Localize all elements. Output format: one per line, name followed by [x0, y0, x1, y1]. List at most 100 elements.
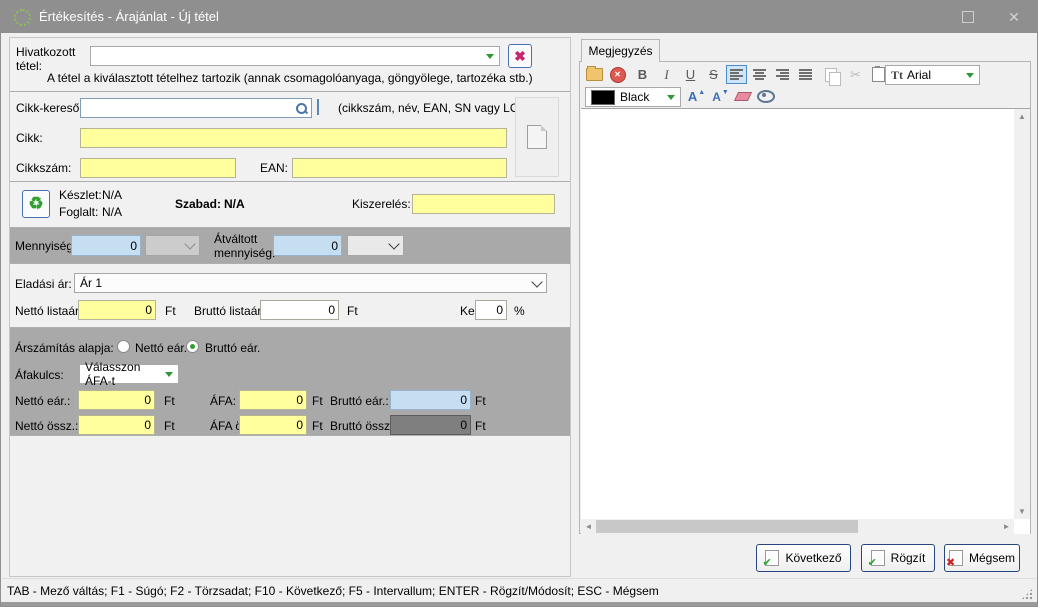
chevron-down-icon [165, 372, 173, 377]
cikkszam-input[interactable] [80, 158, 236, 178]
bold-button[interactable]: B [632, 65, 653, 84]
font-icon: Tt [891, 68, 903, 83]
afa-label: ÁFA: [210, 394, 236, 408]
item-browse-button[interactable] [317, 100, 319, 114]
align-right-button[interactable] [772, 65, 793, 84]
netto-listaar-input[interactable] [78, 300, 156, 320]
copy-button[interactable] [820, 65, 841, 84]
eladasi-ar-select[interactable]: Ár 1 [74, 273, 547, 293]
list-price-section: Eladási ár: Ár 1 Nettó listaár: Ft Brutt… [10, 264, 570, 328]
kiszereles-label: Kiszerelés: [352, 197, 411, 211]
tab-megjegyzes[interactable]: Megjegyzés [581, 39, 660, 62]
search-icon[interactable] [295, 102, 308, 115]
item-search-input[interactable] [81, 100, 295, 116]
status-bar: TAB - Mező váltás; F1 - Súgó; F2 - Törzs… [2, 578, 1036, 603]
atvaltott-unit-select[interactable] [347, 235, 404, 256]
scroll-right-arrow[interactable]: ► [999, 519, 1014, 534]
resize-grip[interactable] [1021, 588, 1033, 600]
netto-ear-input[interactable] [78, 390, 155, 410]
preview-button[interactable] [755, 87, 776, 106]
align-center-button[interactable] [749, 65, 770, 84]
save-button-label: Rögzít [891, 551, 926, 565]
afa-input[interactable] [239, 390, 307, 410]
referenced-item-combo[interactable] [90, 46, 500, 66]
brutto-ear-radio[interactable] [186, 340, 199, 353]
kiszereles-input[interactable] [412, 194, 555, 214]
italic-button[interactable]: I [656, 65, 677, 84]
eladasi-ar-label: Eladási ár: [15, 277, 72, 291]
stock-section: ♻ Készlet: N/A Foglalt: N/A Szabad: N/A … [10, 182, 570, 228]
eladasi-ar-value: Ár 1 [80, 276, 102, 290]
align-right-icon [776, 69, 789, 80]
brutto-ossz-label: Bruttó össz.: [330, 419, 397, 433]
arszamitas-label: Árszámítás alapja: [15, 341, 114, 355]
justify-button[interactable] [795, 65, 816, 84]
underline-button[interactable]: U [680, 65, 701, 84]
ean-label: EAN: [260, 161, 288, 175]
next-button[interactable]: ✔ Következő [756, 544, 851, 572]
page-cross-icon: ✖ [949, 550, 963, 566]
window-bottom-edge [1, 602, 1037, 607]
maximize-button[interactable] [945, 1, 991, 33]
cancel-button[interactable]: ✖ Mégsem [944, 544, 1020, 572]
decrease-font-button[interactable]: A▼ [710, 87, 731, 106]
afa-ossz-input[interactable] [239, 415, 307, 435]
insert-object-button[interactable] [584, 65, 605, 84]
delete-note-button[interactable]: ✕ [607, 65, 628, 84]
mennyiseg-input[interactable] [71, 235, 141, 256]
referenced-item-section: Hivatkozott tétel: ✖ A tétel a kiválaszt… [10, 38, 570, 92]
cikk-input[interactable] [80, 128, 507, 148]
page-check-icon: ✔ [765, 550, 779, 566]
kedv-input[interactable] [475, 300, 507, 320]
chevron-down-icon [388, 238, 399, 249]
brutto-ear-radio-label[interactable]: Bruttó eár. [205, 341, 260, 355]
scroll-up-arrow[interactable]: ▲ [1014, 109, 1030, 124]
radio-dot-icon [190, 344, 195, 349]
strikethrough-icon: S [709, 67, 718, 82]
cut-button[interactable]: ✂ [845, 65, 866, 84]
strikethrough-button[interactable]: S [703, 65, 724, 84]
atvaltott-input[interactable] [273, 235, 342, 256]
title-bar[interactable]: Értékesítés - Árajánlat - Új tétel ✕ [1, 1, 1037, 33]
brutto-ear-input[interactable] [390, 390, 471, 410]
down-arrow-icon: ▼ [722, 89, 729, 96]
ean-input[interactable] [292, 158, 507, 178]
scroll-left-arrow[interactable]: ◄ [581, 519, 596, 534]
maximize-icon [962, 11, 974, 23]
chevron-down-icon [966, 73, 974, 78]
scroll-down-arrow[interactable]: ▼ [1014, 504, 1030, 519]
brutto-listaar-input[interactable] [260, 300, 339, 320]
eraser-button[interactable] [732, 87, 753, 106]
horizontal-scrollbar[interactable]: ◄ ► [581, 519, 1014, 534]
netto-ear-radio-label[interactable]: Nettó eár. [135, 341, 187, 355]
save-button[interactable]: ✔ Rögzít [861, 544, 935, 572]
font-family-combo[interactable]: Tt Arial [885, 65, 980, 85]
chevron-down-icon [184, 238, 195, 249]
netto-ear-radio[interactable] [117, 340, 130, 353]
remove-x-icon: ✖ [514, 48, 526, 65]
foglalt-label: Foglalt: [59, 205, 98, 219]
ft-unit: Ft [312, 419, 323, 433]
netto-ossz-input[interactable] [78, 415, 155, 435]
note-editor[interactable] [581, 108, 1030, 534]
quantity-section: Mennyiség: Átváltott mennyiség: [10, 228, 570, 264]
increase-font-button[interactable]: A▲ [686, 87, 707, 106]
mennyiseg-label: Mennyiség: [15, 239, 76, 253]
mennyiseg-unit-select[interactable] [145, 235, 200, 256]
afakulcs-combo[interactable]: Válasszon ÁFA-t [79, 364, 179, 384]
item-document-button[interactable] [515, 97, 559, 177]
brutto-ossz-input[interactable] [390, 415, 471, 435]
atvaltott-label: Átváltott mennyiség: [214, 232, 276, 260]
align-left-button[interactable] [726, 65, 747, 84]
folder-icon [586, 68, 603, 81]
vertical-scrollbar[interactable]: ▲ ▼ [1014, 109, 1030, 519]
next-button-label: Következő [785, 551, 841, 565]
cikkszam-label: Cikkszám: [16, 161, 71, 175]
close-button[interactable]: ✕ [991, 1, 1037, 33]
ft-unit: Ft [347, 304, 358, 318]
clear-referenced-item-button[interactable]: ✖ [508, 44, 532, 68]
refresh-stock-button[interactable]: ♻ [22, 190, 50, 218]
font-color-combo[interactable]: Black [585, 87, 681, 107]
scrollbar-thumb[interactable] [596, 520, 858, 533]
bold-icon: B [638, 67, 647, 82]
